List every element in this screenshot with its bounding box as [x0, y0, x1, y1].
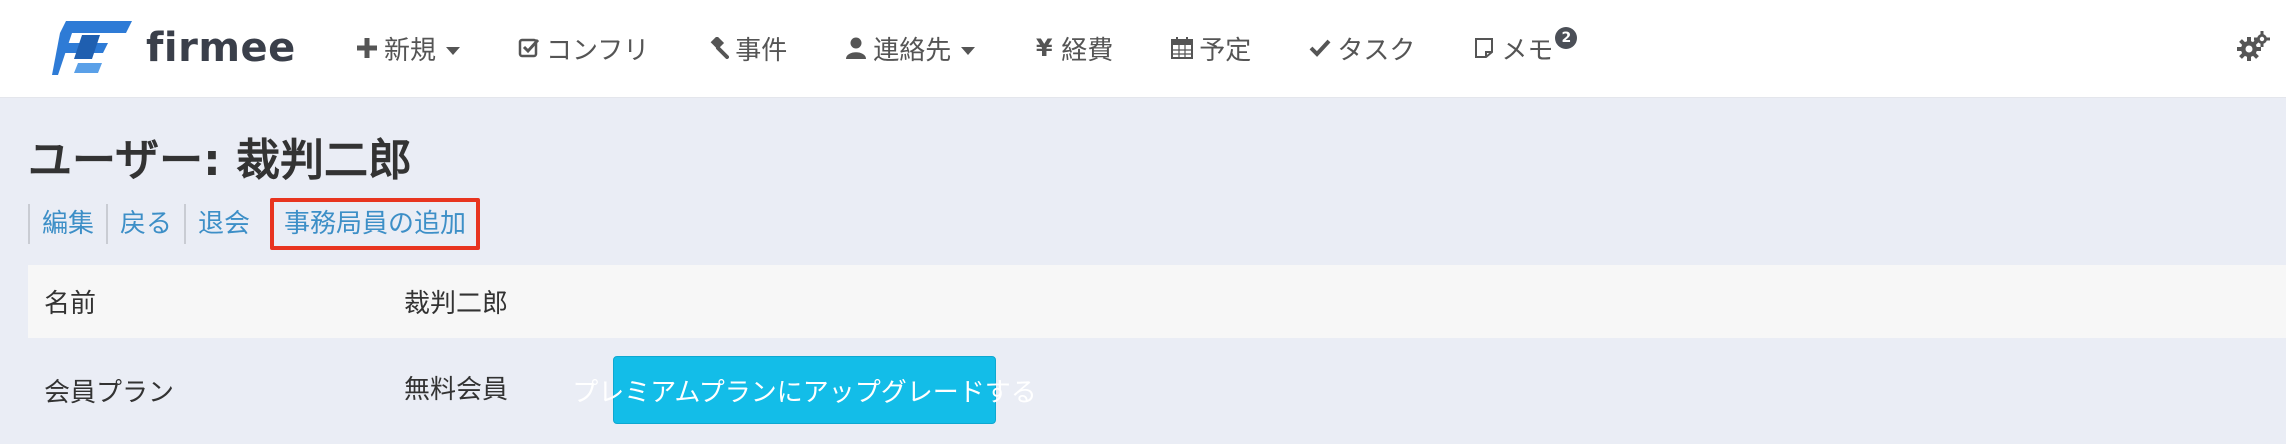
firmee-logo[interactable]: firmee	[52, 18, 296, 78]
nav-conflict-label: コンフリ	[546, 35, 650, 66]
chevron-down-icon	[961, 47, 976, 55]
nav-matters[interactable]: 事件	[707, 30, 787, 67]
gavel-icon	[707, 35, 730, 61]
brand-name: firmee	[146, 25, 296, 71]
yen-icon: ¥	[1035, 34, 1053, 62]
page-title: ユーザー: 裁判二郎	[28, 135, 413, 186]
note-icon	[1473, 35, 1495, 61]
check-icon	[1309, 35, 1331, 61]
nav-schedule[interactable]: 予定	[1171, 30, 1251, 67]
user-icon	[845, 35, 867, 61]
detail-row-plan: 会員プラン 無料会員 プレミアムプランにアップグレードする	[28, 338, 2286, 442]
add-staff-link[interactable]: 事務局員の追加	[270, 198, 481, 250]
user-actions: 編集 戻る 退会 事務局員の追加	[28, 198, 481, 250]
check-square-icon	[518, 35, 540, 61]
nav-expenses-label: 経費	[1061, 35, 1114, 66]
gears-icon[interactable]	[2236, 30, 2270, 64]
nav-new-label: 新規	[384, 35, 437, 66]
upgrade-premium-button[interactable]: プレミアムプランにアップグレードする	[572, 356, 1037, 424]
calendar-icon	[1171, 35, 1194, 61]
chevron-down-icon	[446, 47, 461, 55]
plus-icon	[356, 35, 378, 61]
edit-link[interactable]: 編集	[28, 204, 106, 244]
nav-expenses[interactable]: ¥ 経費	[1033, 30, 1113, 67]
nav-schedule-label: 予定	[1199, 35, 1252, 66]
plan-value: 無料会員	[404, 374, 509, 405]
nav-contacts-label: 連絡先	[873, 35, 952, 66]
memo-count-badge: 2	[1555, 27, 1578, 49]
detail-row-name: 名前 裁判二郎	[28, 265, 2286, 338]
nav-conflict[interactable]: コンフリ	[518, 30, 649, 67]
withdraw-link[interactable]: 退会	[184, 204, 262, 244]
nav-new[interactable]: 新規	[356, 30, 461, 67]
firmee-logo-icon	[52, 21, 132, 75]
main-nav: 新規 コンフリ 事件 連絡先 ¥ 経費 予定 タスク メモ 2	[356, 0, 1633, 96]
nav-matters-label: 事件	[735, 35, 788, 66]
back-link[interactable]: 戻る	[106, 204, 184, 244]
nav-memo-label: メモ	[1501, 35, 1554, 66]
nav-memo[interactable]: メモ 2	[1473, 27, 1578, 67]
plan-label: 会員プラン	[44, 377, 175, 408]
top-navbar: firmee 新規 コンフリ 事件 連絡先 ¥ 経費 予定 タスク メモ 2	[0, 0, 2286, 98]
nav-tasks-label: タスク	[1337, 35, 1416, 66]
nav-contacts[interactable]: 連絡先	[845, 30, 976, 67]
name-value: 裁判二郎	[404, 289, 509, 319]
nav-tasks[interactable]: タスク	[1309, 30, 1415, 67]
name-label: 名前	[44, 289, 97, 319]
